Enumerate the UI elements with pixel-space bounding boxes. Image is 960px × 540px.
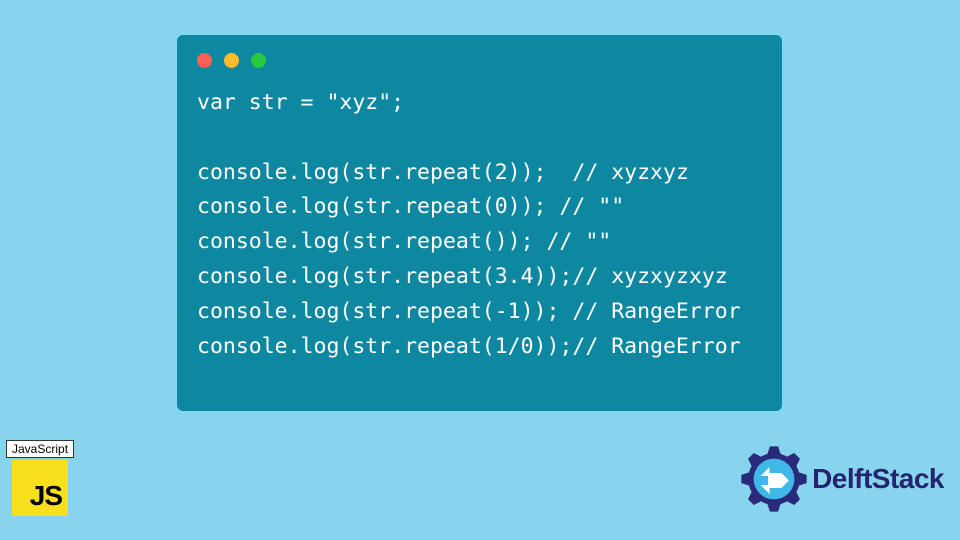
minimize-icon bbox=[224, 53, 239, 68]
javascript-badge: JavaScript JS bbox=[6, 440, 74, 516]
window-controls bbox=[197, 53, 762, 68]
delftstack-brand-text: DelftStack bbox=[812, 463, 944, 495]
code-window: var str = "xyz"; console.log(str.repeat(… bbox=[177, 35, 782, 411]
js-logo-text: JS bbox=[30, 480, 62, 512]
js-logo-icon: JS bbox=[12, 460, 68, 516]
maximize-icon bbox=[251, 53, 266, 68]
code-content: var str = "xyz"; console.log(str.repeat(… bbox=[197, 86, 762, 365]
js-badge-label: JavaScript bbox=[6, 440, 74, 458]
close-icon bbox=[197, 53, 212, 68]
delftstack-logo-icon bbox=[740, 445, 808, 513]
delftstack-brand: DelftStack bbox=[740, 445, 944, 513]
